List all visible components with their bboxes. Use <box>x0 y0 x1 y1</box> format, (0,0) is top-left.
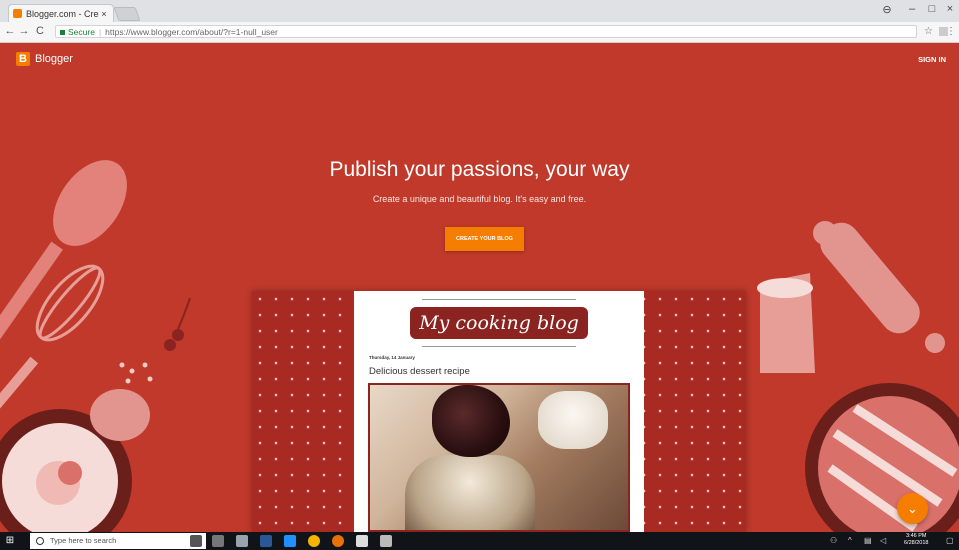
blog-preview-card: My cooking blog Thursday, 14 January Del… <box>354 291 644 532</box>
forward-button[interactable]: → <box>18 25 30 37</box>
preview-post-photo <box>368 383 630 532</box>
firefox-icon[interactable] <box>332 535 344 547</box>
mail-icon[interactable] <box>380 535 392 547</box>
file-explorer-icon[interactable] <box>236 535 248 547</box>
microphone-icon[interactable] <box>190 535 202 547</box>
tab-close-icon[interactable]: × <box>99 9 109 19</box>
hero-subheadline: Create a unique and beautiful blog. It's… <box>372 194 587 204</box>
clock-time: 3:46 PM <box>905 533 927 539</box>
notifications-icon[interactable]: ▢ <box>946 536 954 545</box>
volume-icon[interactable]: ◁ <box>880 536 886 545</box>
blogger-landing-page: B Blogger SIGN IN Publish your passions,… <box>0 43 959 532</box>
cortana-icon <box>36 537 44 545</box>
browser-menu-icon[interactable]: ⋮ <box>946 26 956 37</box>
taskbar-clock[interactable]: 3:46 PM 6/28/2018 <box>904 533 928 547</box>
create-blog-button[interactable]: CREATE YOUR BLOG <box>445 227 524 251</box>
people-icon[interactable]: ⚇ <box>830 536 837 545</box>
preview-post-date: Thursday, 14 January <box>369 355 415 360</box>
taskbar-search-input[interactable]: Type here to search <box>30 533 206 549</box>
chrome-icon[interactable] <box>308 535 320 547</box>
secure-label: Secure <box>68 27 95 37</box>
url-text: https://www.blogger.com/about/?r=1-null_… <box>105 27 278 37</box>
blogger-logo-icon: B <box>16 52 30 66</box>
divider <box>422 346 576 347</box>
bookmark-star-icon[interactable]: ☆ <box>924 26 933 37</box>
maximize-button[interactable]: □ <box>925 3 939 15</box>
brand-name: Blogger <box>35 53 73 65</box>
close-window-button[interactable]: × <box>943 3 957 15</box>
tab-title: Blogger.com - Create a u... <box>26 8 99 19</box>
jar-image <box>405 455 535 530</box>
store-icon[interactable] <box>356 535 368 547</box>
blog-preview: My cooking blog Thursday, 14 January Del… <box>252 291 746 532</box>
browser-tab[interactable]: Blogger.com - Create a u... × <box>8 4 114 22</box>
reload-button[interactable]: C <box>34 25 46 37</box>
clock-date: 6/28/2018 <box>904 540 929 546</box>
search-placeholder: Type here to search <box>50 536 117 545</box>
network-icon[interactable]: ▤ <box>864 536 872 545</box>
blogger-logo[interactable]: B Blogger <box>16 52 73 66</box>
address-bar: ← → C Secure | https://www.blogger.com/abo… <box>0 22 959 43</box>
kitchen-illustration-left <box>0 160 191 532</box>
kitchen-illustration-right <box>757 221 959 532</box>
windows-taskbar: ⊞ Type here to search ⚇ ^ ▤ ◁ 3:46 PM 6/… <box>0 532 959 550</box>
preview-post-title: Delicious dessert recipe <box>369 366 470 377</box>
preview-blog-title: My cooking blog <box>410 307 588 339</box>
windows-start-icon[interactable]: ⊞ <box>4 535 16 547</box>
jam-image <box>432 385 510 457</box>
profile-icon[interactable]: ⊖ <box>880 3 894 16</box>
edge-icon[interactable] <box>284 535 296 547</box>
sign-in-link[interactable]: SIGN IN <box>918 55 946 64</box>
task-view-icon[interactable] <box>212 535 224 547</box>
lock-icon <box>60 30 65 36</box>
new-tab-button[interactable] <box>113 7 141 21</box>
hero-headline: Publish your passions, your way <box>329 158 630 181</box>
minimize-button[interactable]: – <box>905 3 919 15</box>
divider <box>422 299 576 300</box>
scroll-down-button[interactable]: ⌄ <box>897 493 928 524</box>
back-button[interactable]: ← <box>4 25 16 37</box>
url-field[interactable]: Secure | https://www.blogger.com/about/?r=… <box>55 25 917 38</box>
blogger-favicon-icon <box>13 9 22 18</box>
tray-chevron-icon[interactable]: ^ <box>848 536 852 545</box>
chevron-down-icon: ⌄ <box>907 501 918 516</box>
cup-image <box>538 391 608 449</box>
word-icon[interactable] <box>260 535 272 547</box>
browser-tab-bar: Blogger.com - Create a u... × ⊖ – □ × <box>0 0 959 22</box>
